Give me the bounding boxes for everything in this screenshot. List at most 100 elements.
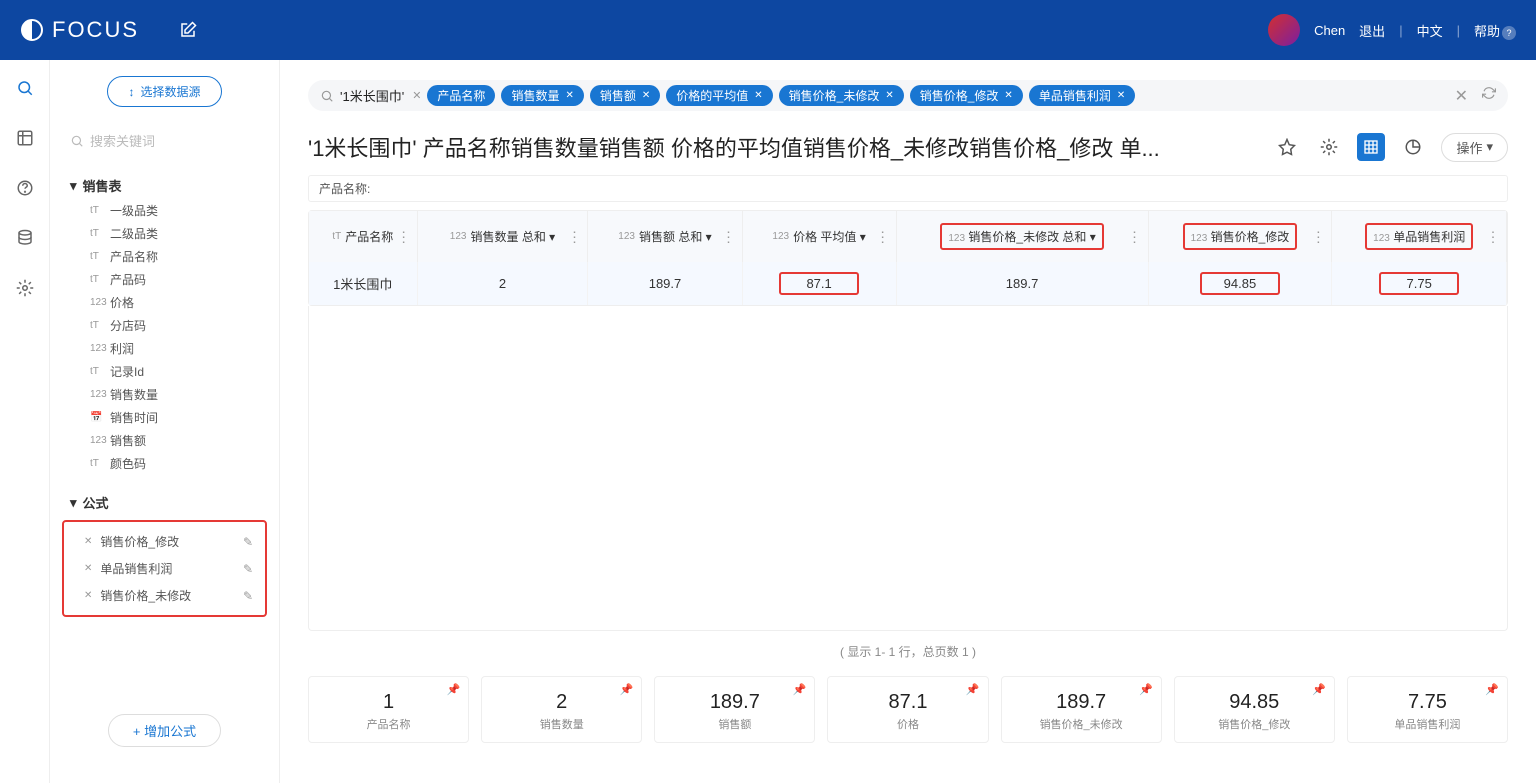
field-item[interactable]: 123销售数量	[62, 383, 267, 406]
formula-label: 销售价格_未修改	[100, 587, 191, 604]
field-type-icon: 123	[90, 435, 104, 446]
field-item[interactable]: 123利润	[62, 337, 267, 360]
column-header[interactable]: 123 价格 平均值 ▾⋮	[742, 211, 896, 262]
column-menu-icon[interactable]: ⋮	[1311, 228, 1325, 245]
nav-dashboard-icon[interactable]	[15, 128, 35, 148]
pin-icon[interactable]: 📌	[793, 683, 807, 696]
query-chip[interactable]: 销售数量 ✕	[501, 85, 583, 106]
summary-card[interactable]: 📌87.1价格	[827, 676, 988, 743]
column-header[interactable]: 123 销售价格_未修改 总和 ▾⋮	[896, 211, 1148, 262]
column-header[interactable]: tT 产品名称⋮	[309, 211, 417, 262]
formula-item[interactable]: ✕单品销售利润✎	[68, 555, 261, 582]
edit-icon[interactable]: ✎	[243, 535, 253, 549]
field-item[interactable]: 123价格	[62, 291, 267, 314]
chip-remove-icon[interactable]: ✕	[1004, 90, 1012, 101]
column-type-icon: 123	[450, 231, 467, 242]
query-chip[interactable]: 销售价格_修改✕	[910, 85, 1023, 106]
pin-icon[interactable]: 📌	[620, 683, 634, 696]
tree-section-sales[interactable]: ▾ 销售表	[62, 176, 267, 195]
formula-item[interactable]: ✕ 销售价格_未修改 ✎	[68, 582, 261, 609]
pin-icon[interactable]	[1273, 133, 1301, 161]
field-item[interactable]: tT产品码	[62, 268, 267, 291]
query-chip[interactable]: 单品销售利润✕	[1029, 85, 1135, 106]
query-chip[interactable]: 价格的平均值✕	[666, 85, 772, 106]
nav-settings-icon[interactable]	[15, 278, 35, 298]
pagination-info: ( 显示 1- 1 行，总页数 1 )	[308, 643, 1508, 660]
table-row[interactable]: 1米长围巾2189.787.1189.794.857.75	[309, 262, 1507, 305]
chip-label: 销售数量	[511, 87, 559, 104]
field-item[interactable]: 123销售额	[62, 429, 267, 452]
query-chip[interactable]: 销售价格_未修改✕	[779, 85, 904, 106]
summary-card[interactable]: 📌189.7销售价格_未修改	[1001, 676, 1162, 743]
summary-card[interactable]: 📌189.7销售额	[654, 676, 815, 743]
formula-item[interactable]: ✕销售价格_修改✎	[68, 528, 261, 555]
column-menu-icon[interactable]: ⋮	[1128, 228, 1142, 245]
clear-all-icon[interactable]: ✕	[1455, 86, 1468, 106]
field-type-icon: tT	[90, 320, 104, 331]
query-chip[interactable]: 销售额✕	[590, 85, 660, 106]
tree-section-formula[interactable]: ▾ 公式	[62, 493, 267, 512]
pin-icon[interactable]: 📌	[1485, 683, 1499, 696]
remove-icon[interactable]: ✕	[84, 536, 92, 547]
refresh-icon[interactable]	[1482, 86, 1496, 106]
chip-remove-icon[interactable]: ✕	[754, 90, 762, 101]
avatar[interactable]	[1268, 14, 1300, 46]
add-formula-button[interactable]: + 增加公式	[108, 714, 221, 747]
edit-icon[interactable]: ✎	[243, 589, 253, 603]
remove-icon[interactable]: ✕	[84, 590, 92, 601]
column-menu-icon[interactable]: ⋮	[722, 228, 736, 245]
chip-remove-icon[interactable]: ✕	[565, 90, 573, 101]
chip-remove-icon[interactable]: ✕	[885, 90, 893, 101]
edit-icon[interactable]	[179, 21, 197, 39]
remove-icon[interactable]: ✕	[84, 563, 92, 574]
pin-icon[interactable]: 📌	[1312, 683, 1326, 696]
table-cell: 94.85	[1148, 262, 1332, 305]
pin-icon[interactable]: 📌	[446, 683, 460, 696]
summary-card[interactable]: 📌94.85销售价格_修改	[1174, 676, 1335, 743]
search-keyword-input[interactable]: 搜索关键词	[62, 127, 267, 154]
pin-icon[interactable]: 📌	[1139, 683, 1153, 696]
chip-remove-icon[interactable]: ✕	[1117, 90, 1125, 101]
clear-text-icon[interactable]: ✕	[412, 89, 421, 102]
help-link[interactable]: 帮助?	[1474, 21, 1516, 40]
column-menu-icon[interactable]: ⋮	[1486, 228, 1500, 245]
nav-search-icon[interactable]	[15, 78, 35, 98]
card-value: 94.85	[1183, 691, 1326, 714]
chart-view-icon[interactable]	[1399, 133, 1427, 161]
column-header[interactable]: 123 销售价格_修改⋮	[1148, 211, 1332, 262]
column-header[interactable]: 123 销售额 总和 ▾⋮	[588, 211, 742, 262]
field-item[interactable]: tT颜色码	[62, 452, 267, 475]
page-title: '1米长围巾' 产品名称销售数量销售额 价格的平均值销售价格_未修改销售价格_修…	[308, 131, 1160, 163]
select-source-button[interactable]: ↕选择数据源	[107, 76, 221, 107]
logout-link[interactable]: 退出	[1359, 21, 1385, 40]
query-chip[interactable]: 产品名称	[427, 85, 495, 106]
table-view-icon[interactable]	[1357, 133, 1385, 161]
edit-icon[interactable]: ✎	[243, 562, 253, 576]
field-item[interactable]: tT产品名称	[62, 245, 267, 268]
field-item[interactable]: 📅销售时间	[62, 406, 267, 429]
nav-data-icon[interactable]	[15, 228, 35, 248]
field-item[interactable]: tT一级品类	[62, 199, 267, 222]
summary-card[interactable]: 📌1产品名称	[308, 676, 469, 743]
summary-card[interactable]: 📌7.75单品销售利润	[1347, 676, 1508, 743]
pin-icon[interactable]: 📌	[966, 683, 980, 696]
summary-card[interactable]: 📌2销售数量	[481, 676, 642, 743]
formula-box: ✕销售价格_修改✎✕单品销售利润✎✕销售价格_未修改✎	[62, 520, 267, 617]
column-header[interactable]: 123 单品销售利润⋮	[1332, 211, 1507, 262]
field-type-icon: tT	[90, 205, 104, 216]
field-item[interactable]: tT二级品类	[62, 222, 267, 245]
lang-link[interactable]: 中文	[1417, 21, 1443, 40]
column-menu-icon[interactable]: ⋮	[567, 228, 581, 245]
chip-remove-icon[interactable]: ✕	[642, 90, 650, 101]
column-type-icon: 123	[618, 231, 635, 242]
nav-help-icon[interactable]	[15, 178, 35, 198]
field-item[interactable]: tT分店码	[62, 314, 267, 337]
operations-button[interactable]: 操作 ▾	[1441, 133, 1508, 162]
field-label: 颜色码	[110, 455, 146, 472]
field-item[interactable]: tT记录Id	[62, 360, 267, 383]
gear-icon[interactable]	[1315, 133, 1343, 161]
column-menu-icon[interactable]: ⋮	[876, 228, 890, 245]
column-header[interactable]: 123 销售数量 总和 ▾⋮	[417, 211, 588, 262]
column-menu-icon[interactable]: ⋮	[397, 228, 411, 245]
query-bar[interactable]: '1米长围巾' ✕ 产品名称销售数量✕销售额✕价格的平均值✕销售价格_未修改✕销…	[308, 80, 1508, 111]
